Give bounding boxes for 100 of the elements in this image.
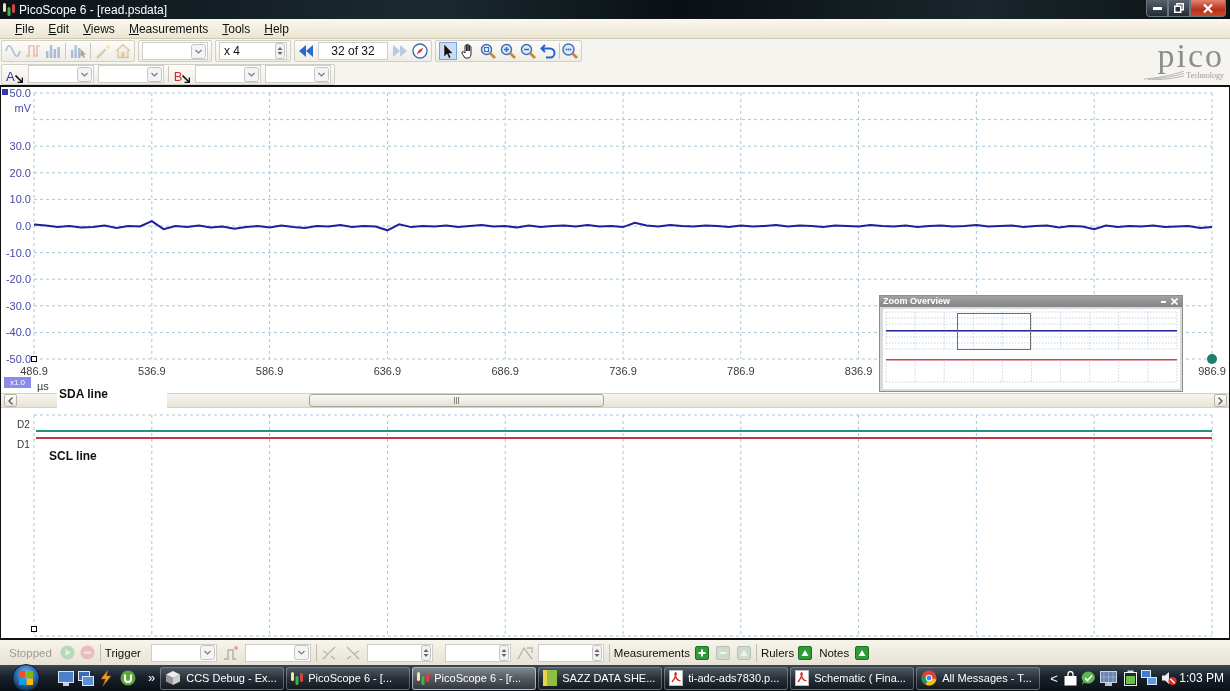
spin-field[interactable] bbox=[444, 643, 511, 662]
zoom-in-icon[interactable] bbox=[499, 42, 517, 60]
chevron-down-icon bbox=[199, 645, 215, 660]
app-logo-icon bbox=[291, 671, 304, 685]
y-tick-label: 10.0 bbox=[9, 193, 31, 206]
chevron-left-icon bbox=[8, 396, 13, 405]
overview-viewport-frame[interactable] bbox=[957, 313, 1031, 350]
magnifier-square-icon[interactable] bbox=[479, 42, 497, 60]
x-tick-label: 986.9 bbox=[1198, 365, 1226, 377]
chevron-down-icon bbox=[244, 66, 260, 82]
taskbar-button[interactable]: CCS Debug - Ex... bbox=[160, 666, 285, 690]
monitor-icon[interactable] bbox=[58, 670, 74, 686]
compass-icon[interactable] bbox=[412, 43, 428, 59]
close-icon[interactable] bbox=[1171, 298, 1178, 305]
overview-plot[interactable] bbox=[883, 309, 1180, 389]
channel-button[interactable]: A bbox=[5, 65, 24, 83]
handle-icon[interactable] bbox=[31, 356, 37, 362]
y-tick-label: -40.0 bbox=[5, 326, 31, 339]
minimize-icon bbox=[1152, 6, 1162, 10]
minimize-icon[interactable] bbox=[1161, 300, 1166, 303]
zoom-factor-field[interactable]: x 4 bbox=[219, 42, 287, 60]
taskbar-button[interactable]: SAZZ DATA SHE... bbox=[538, 666, 663, 690]
overview-title: Zoom Overview bbox=[883, 296, 951, 307]
start-button[interactable] bbox=[12, 664, 40, 691]
logo-tagline: Technology bbox=[1186, 71, 1224, 80]
tray-expander[interactable]: < bbox=[1050, 670, 1058, 686]
x-tick-label: 536.9 bbox=[138, 365, 166, 377]
book-icon bbox=[543, 670, 558, 686]
spinner-arrows-icon bbox=[420, 644, 431, 661]
grip-icon bbox=[454, 397, 459, 404]
scroll-left-button[interactable] bbox=[4, 394, 17, 407]
taskbar-button[interactable]: ti-adc-ads7830.p... bbox=[664, 666, 789, 690]
scrollbar-thumb[interactable] bbox=[309, 394, 604, 407]
trigger-label: Trigger bbox=[104, 646, 141, 659]
marker-icon[interactable] bbox=[1207, 354, 1217, 364]
channel-marker-icon bbox=[2, 89, 8, 95]
minimize-button[interactable] bbox=[1146, 0, 1168, 17]
taskbar-button[interactable]: Schematic ( Fina... bbox=[790, 666, 915, 690]
y-tick-label: -20.0 bbox=[5, 273, 31, 286]
close-button[interactable] bbox=[1190, 0, 1226, 17]
window-title: PicoScope 6 - [read.psdata] bbox=[19, 2, 168, 17]
menu-item[interactable]: Views bbox=[76, 20, 122, 37]
plus-icon[interactable] bbox=[694, 645, 709, 660]
y-tick-label: -10.0 bbox=[5, 246, 31, 259]
spinner-arrows-icon bbox=[498, 644, 509, 661]
chevron-down-icon bbox=[191, 43, 206, 59]
network-icon[interactable] bbox=[1140, 670, 1157, 686]
channel-button[interactable]: B bbox=[172, 65, 192, 83]
pdf-document-icon bbox=[669, 670, 684, 686]
undo-icon[interactable] bbox=[539, 42, 557, 60]
bag-icon[interactable] bbox=[1063, 670, 1077, 686]
spin-field[interactable] bbox=[537, 643, 604, 662]
menu-item[interactable]: Measurements bbox=[121, 20, 216, 37]
diagonal-arrow-icon bbox=[14, 75, 23, 83]
y-tick-label: 50.0 bbox=[9, 87, 31, 99]
chevron-right-icon bbox=[1218, 396, 1223, 405]
x-tick-label: 686.9 bbox=[491, 365, 519, 377]
windows-stack-icon[interactable] bbox=[78, 670, 94, 686]
magnifier-icon[interactable] bbox=[562, 43, 578, 59]
x-tick-label: 736.9 bbox=[609, 365, 637, 377]
handle-icon[interactable] bbox=[31, 626, 37, 632]
taskbar-button[interactable]: PicoScope 6 - [r... bbox=[412, 666, 537, 690]
overflow-button[interactable]: » bbox=[148, 671, 156, 685]
diagonal-arrow-icon bbox=[182, 75, 191, 83]
round-app-icon[interactable] bbox=[120, 670, 136, 686]
restore-icon bbox=[1174, 3, 1184, 13]
speaker-muted-icon[interactable] bbox=[1160, 670, 1177, 686]
menu-item[interactable]: Edit bbox=[41, 20, 77, 37]
rulers-label: Rulers bbox=[760, 646, 795, 659]
spinner-arrows-icon bbox=[275, 43, 285, 59]
zoom-tag: x1.0 bbox=[4, 377, 31, 388]
menu-item[interactable]: Tools bbox=[215, 20, 258, 37]
chat-bubble-icon[interactable] bbox=[1080, 670, 1096, 686]
zoom-out-icon[interactable] bbox=[519, 42, 537, 60]
restore-button[interactable] bbox=[1168, 0, 1190, 17]
channel-label: D1 bbox=[17, 438, 30, 450]
buffer-field[interactable]: 32 of 32 bbox=[318, 42, 388, 60]
taskbar-button[interactable]: All Messages - T... bbox=[916, 666, 1041, 690]
menu-item[interactable]: Help bbox=[257, 20, 296, 37]
x-tick-label: 486.9 bbox=[20, 365, 48, 377]
chevron-down-icon bbox=[293, 645, 309, 660]
chevron-down-icon bbox=[146, 66, 162, 82]
taskbar-button[interactable]: PicoScope 6 - [... bbox=[286, 666, 411, 690]
y-tick-label: 30.0 bbox=[9, 140, 31, 153]
battery-icon[interactable] bbox=[1123, 670, 1137, 686]
spin-field[interactable] bbox=[366, 643, 433, 662]
measurements-label: Measurements bbox=[613, 646, 690, 659]
y-tick-label: 20.0 bbox=[9, 166, 31, 179]
triangle-up-icon[interactable] bbox=[855, 645, 870, 660]
y-tick-label: -50.0 bbox=[5, 353, 31, 365]
triangle-up-icon[interactable] bbox=[798, 645, 813, 660]
menu-item[interactable]: File bbox=[8, 20, 42, 37]
windows-logo-icon bbox=[19, 671, 33, 685]
lightning-icon[interactable] bbox=[98, 670, 114, 686]
monitor-icon[interactable] bbox=[1099, 670, 1117, 686]
scroll-right-button[interactable] bbox=[1214, 394, 1227, 407]
x-tick-label: 786.9 bbox=[727, 365, 755, 377]
note-label: SDA line bbox=[57, 386, 167, 409]
double-left-arrow-icon[interactable] bbox=[298, 43, 314, 59]
spinner-arrows-icon bbox=[591, 644, 602, 661]
